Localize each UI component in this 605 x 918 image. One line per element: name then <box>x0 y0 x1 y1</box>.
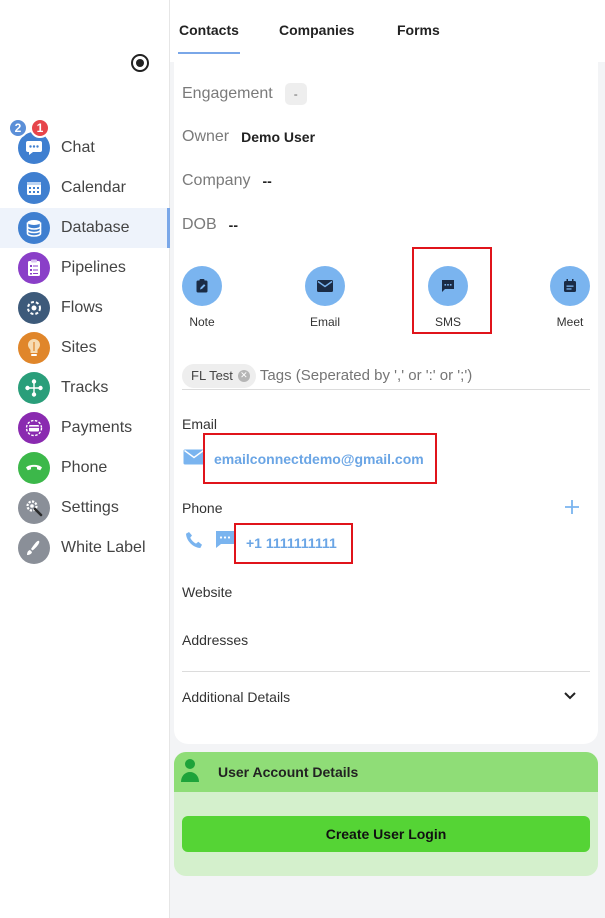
add-phone-icon[interactable] <box>563 498 581 521</box>
addresses-label: Addresses <box>182 632 249 648</box>
tags-input[interactable] <box>259 367 560 384</box>
engagement-value: - <box>284 83 307 105</box>
call-phone-icon[interactable] <box>184 530 204 555</box>
sites-icon <box>18 332 50 364</box>
sidebar-item-label: Calendar <box>61 179 126 196</box>
user-account-header: User Account Details <box>174 752 598 792</box>
sidebar-item-pipelines[interactable]: Pipelines <box>0 248 170 288</box>
tab-bar: Contacts Companies Forms <box>170 0 605 62</box>
dob-row: DOB -- <box>182 216 238 234</box>
pipelines-icon <box>18 252 50 284</box>
user-account-card: User Account Details Create User Login <box>174 752 598 876</box>
email-envelope-icon <box>183 449 205 470</box>
tag-chip-label: FL Test <box>191 368 233 383</box>
sidebar-item-white-label[interactable]: White Label <box>0 528 170 568</box>
divider <box>182 671 590 672</box>
phone-label: Phone <box>182 500 223 516</box>
notification-count-badge: 1 <box>30 118 50 138</box>
email-action-button[interactable]: Email <box>295 266 355 329</box>
database-icon <box>18 212 50 244</box>
tags-field: FL Test ✕ <box>182 362 590 390</box>
chevron-down-icon[interactable] <box>562 689 578 708</box>
sidebar-item-label: Tracks <box>61 379 109 396</box>
tracks-icon <box>18 372 50 404</box>
create-user-login-button[interactable]: Create User Login <box>182 816 590 852</box>
tab-companies[interactable]: Companies <box>279 22 354 38</box>
sidebar-item-label: Phone <box>61 459 108 476</box>
email-highlight-box <box>203 433 437 484</box>
note-action-button[interactable]: Note <box>172 266 232 329</box>
sidebar-item-label: Payments <box>61 419 133 436</box>
tab-contacts[interactable]: Contacts <box>178 22 240 54</box>
sidebar-item-label: Chat <box>61 139 95 156</box>
flows-icon <box>18 292 50 324</box>
sidebar-item-calendar[interactable]: Calendar <box>0 168 170 208</box>
owner-value[interactable]: Demo User <box>241 129 315 145</box>
owner-label: Owner <box>182 128 230 145</box>
tag-chip: FL Test ✕ <box>182 363 256 388</box>
email-label: Email <box>182 416 218 432</box>
sms-highlight-box <box>412 247 492 334</box>
dob-value[interactable]: -- <box>229 217 238 233</box>
owner-row: Owner Demo User <box>182 128 315 146</box>
phone-highlight-box <box>234 523 353 564</box>
meet-action-button[interactable]: Meet <box>540 266 600 329</box>
sidebar-item-label: White Label <box>61 539 146 556</box>
note-action-label: Note <box>189 315 215 329</box>
sidebar-item-settings[interactable]: Settings <box>0 488 170 528</box>
phone-icon <box>18 452 50 484</box>
meet-icon <box>550 266 590 306</box>
sidebar-item-chat[interactable]: 2 1 Chat <box>0 118 170 168</box>
company-value[interactable]: -- <box>262 173 271 189</box>
sidebar-item-payments[interactable]: Payments <box>0 408 170 448</box>
white-label-icon <box>18 532 50 564</box>
sms-phone-icon[interactable] <box>215 530 235 555</box>
sidebar-item-label: Settings <box>61 499 119 516</box>
dob-label: DOB <box>182 216 217 233</box>
radio-icon[interactable] <box>131 54 149 72</box>
sidebar: 2 1 Chat Calendar Database Pipelines Flo… <box>0 0 170 918</box>
engagement-row: Engagement - <box>182 83 307 105</box>
tag-remove-icon[interactable]: ✕ <box>237 369 250 382</box>
engagement-label: Engagement <box>182 85 273 102</box>
sidebar-item-flows[interactable]: Flows <box>0 288 170 328</box>
user-icon <box>180 758 200 787</box>
meet-action-label: Meet <box>556 315 584 329</box>
user-account-title: User Account Details <box>218 764 359 780</box>
sidebar-item-tracks[interactable]: Tracks <box>0 368 170 408</box>
note-icon <box>182 266 222 306</box>
chat-icon: 2 1 <box>8 118 50 164</box>
settings-icon <box>18 492 50 524</box>
sidebar-item-label: Flows <box>61 299 103 316</box>
calendar-icon <box>18 172 50 204</box>
tab-forms[interactable]: Forms <box>397 22 440 38</box>
website-label: Website <box>182 584 233 600</box>
unread-count-badge: 2 <box>8 118 28 138</box>
company-row: Company -- <box>182 172 272 190</box>
email-icon <box>305 266 345 306</box>
sidebar-item-sites[interactable]: Sites <box>0 328 170 368</box>
additional-details-toggle[interactable]: Additional Details <box>182 689 290 705</box>
payments-icon <box>18 412 50 444</box>
company-label: Company <box>182 172 251 189</box>
sidebar-item-label: Sites <box>61 339 97 356</box>
sidebar-item-label: Pipelines <box>61 259 126 276</box>
sidebar-item-label: Database <box>61 219 130 236</box>
sidebar-item-phone[interactable]: Phone <box>0 448 170 488</box>
sidebar-item-database[interactable]: Database <box>0 208 170 248</box>
email-action-label: Email <box>309 315 340 329</box>
